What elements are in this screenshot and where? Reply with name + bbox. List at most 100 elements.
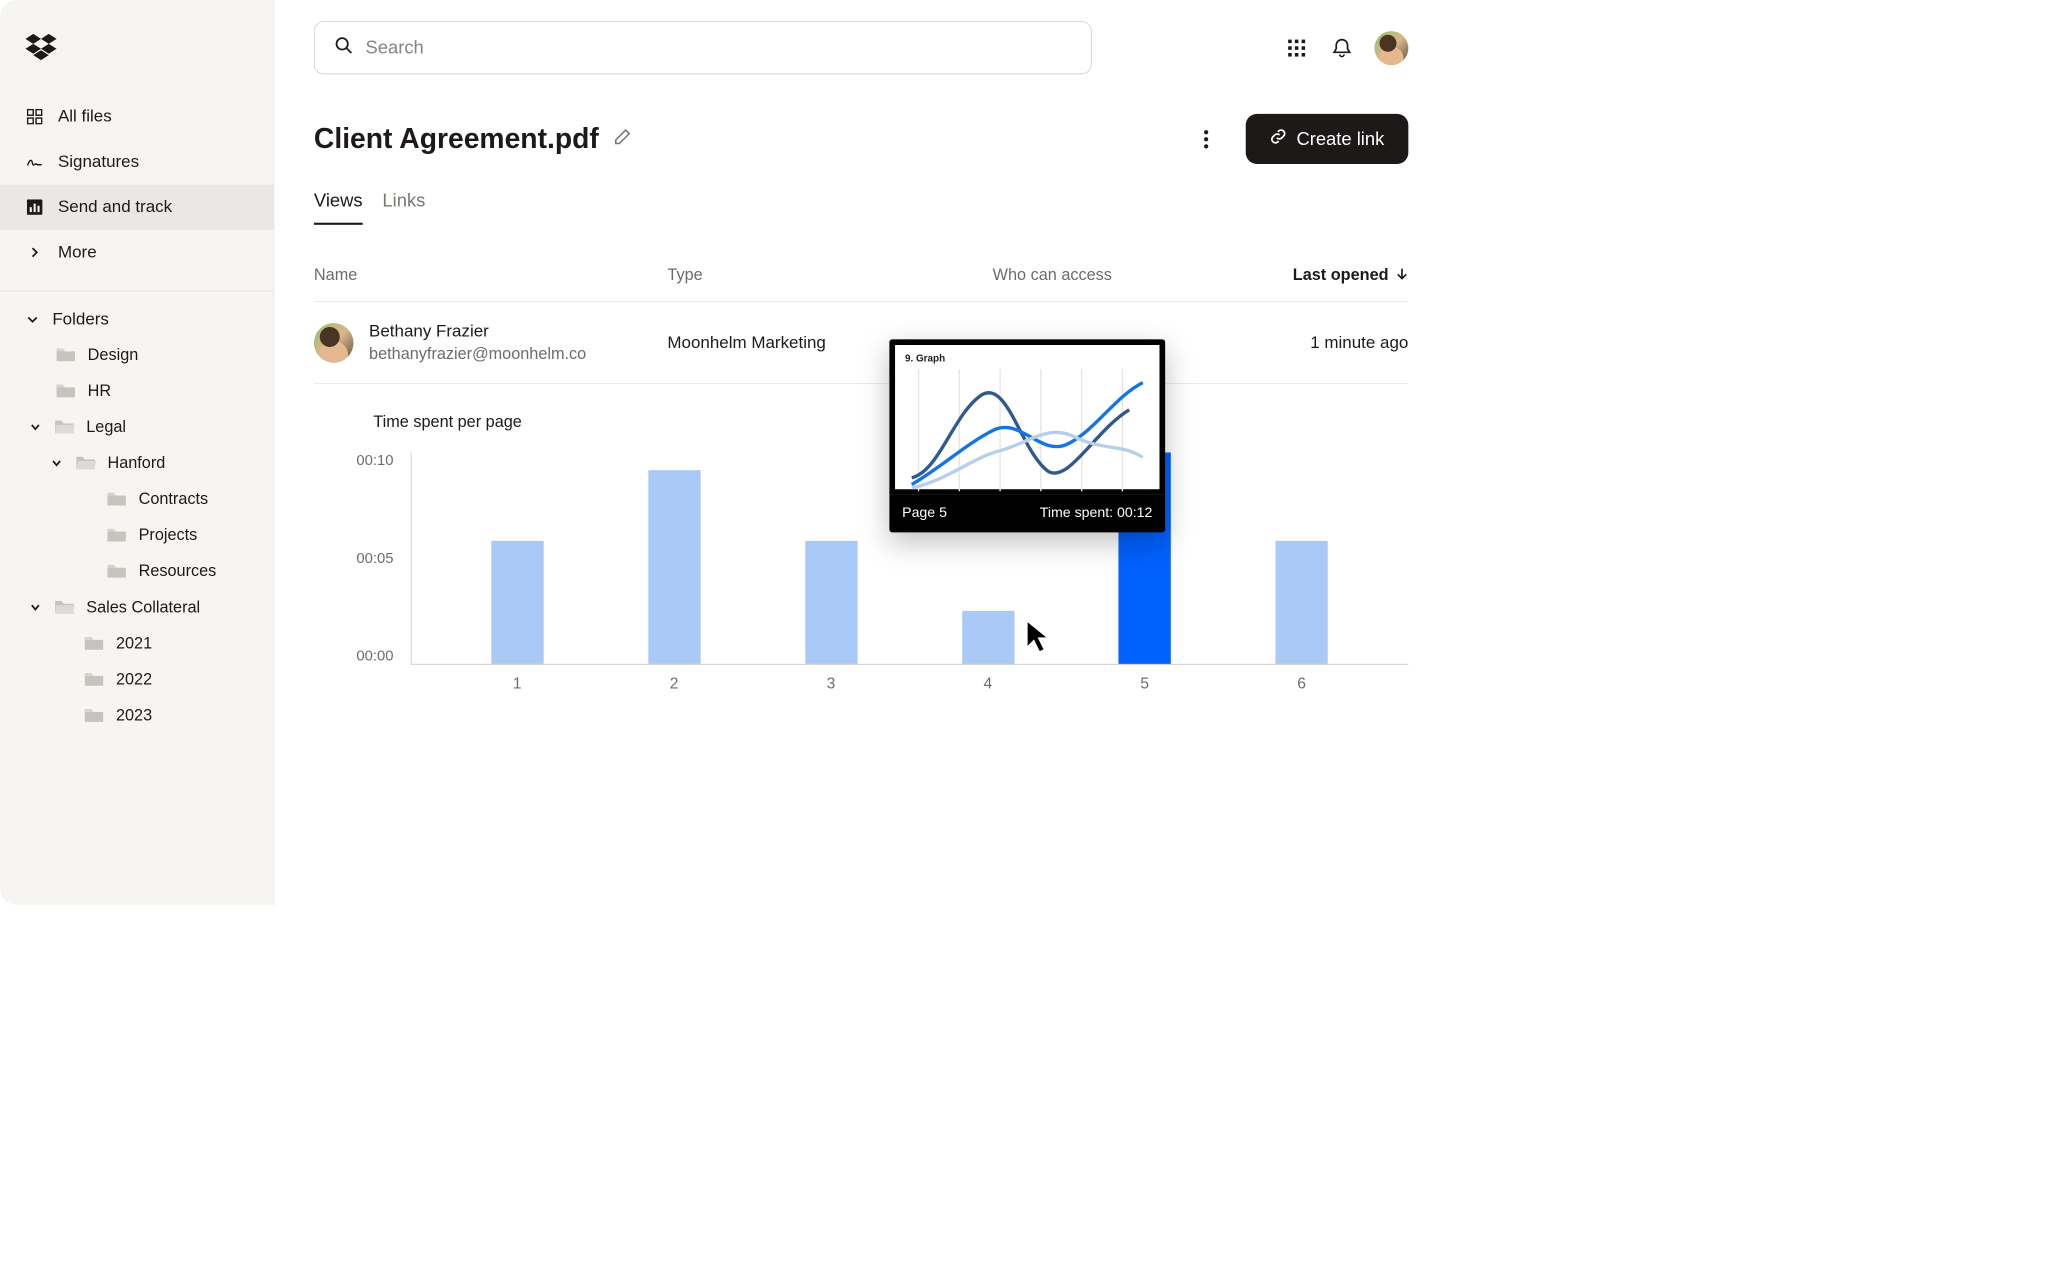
- folder-label: Hanford: [107, 453, 165, 472]
- folder-label: HR: [88, 381, 111, 400]
- folder-hr[interactable]: HR: [0, 373, 274, 409]
- main-content: Search Client Agreement.pdf: [274, 0, 1448, 905]
- nav-signatures[interactable]: Signatures: [0, 139, 274, 184]
- folder-label: Projects: [139, 525, 198, 544]
- folder-open-icon: [75, 454, 96, 472]
- bell-icon[interactable]: [1329, 35, 1354, 60]
- dropbox-logo[interactable]: [0, 34, 274, 91]
- chevron-down-icon: [28, 420, 42, 434]
- tooltip-page-label: Page 5: [902, 505, 947, 521]
- folder-icon: [83, 634, 104, 652]
- mini-line-chart: [905, 369, 1150, 491]
- chart-title: Time spent per page: [314, 412, 1408, 431]
- folder-projects[interactable]: Projects: [0, 517, 274, 553]
- folder-2022[interactable]: 2022: [0, 661, 274, 697]
- more-options-icon[interactable]: [1195, 128, 1218, 151]
- folder-label: Legal: [86, 417, 126, 436]
- tab-links[interactable]: Links: [382, 189, 425, 224]
- row-last-opened: 1 minute ago: [1176, 333, 1408, 353]
- folder-resources[interactable]: Resources: [0, 553, 274, 589]
- search-icon: [334, 36, 352, 59]
- page-preview-tooltip: 9. Graph Page 5 Time spent: 00:12: [889, 339, 1165, 532]
- chart-bar[interactable]: [439, 452, 596, 663]
- cursor-icon: [1024, 619, 1055, 659]
- folder-label: Design: [88, 345, 139, 364]
- chart-x-axis: 1 2 3 4 5 6: [410, 665, 1408, 693]
- folder-2021[interactable]: 2021: [0, 625, 274, 661]
- folder-label: 2022: [116, 670, 152, 689]
- apps-grid-icon[interactable]: [1284, 35, 1309, 60]
- nav-more[interactable]: More: [0, 230, 274, 275]
- folder-icon: [106, 562, 127, 580]
- tooltip-preview-title: 9. Graph: [905, 352, 1150, 363]
- sort-arrow-down-icon: [1396, 265, 1409, 284]
- folder-contracts[interactable]: Contracts: [0, 481, 274, 517]
- x-tick: 6: [1223, 674, 1380, 692]
- search-input[interactable]: Search: [314, 21, 1092, 74]
- folder-icon: [83, 670, 104, 688]
- folder-hanford[interactable]: Hanford: [0, 445, 274, 481]
- table-header: Name Type Who can access Last opened: [314, 257, 1408, 302]
- nav-all-files[interactable]: All files: [0, 94, 274, 139]
- folder-design[interactable]: Design: [0, 337, 274, 373]
- tabs: Views Links: [314, 189, 1408, 225]
- grid-icon: [25, 107, 43, 125]
- folder-icon: [106, 490, 127, 508]
- x-tick: 2: [596, 674, 753, 692]
- folders-header[interactable]: Folders: [0, 296, 274, 337]
- folder-icon: [83, 706, 104, 724]
- tooltip-preview: 9. Graph: [889, 339, 1165, 495]
- title-row: Client Agreement.pdf Creat: [314, 114, 1408, 164]
- col-name[interactable]: Name: [314, 265, 668, 284]
- folder-icon: [55, 345, 76, 363]
- table-row[interactable]: Bethany Frazier bethanyfrazier@moonhelm.…: [314, 302, 1408, 384]
- nav-label: Send and track: [58, 197, 172, 217]
- folder-label: Contracts: [139, 489, 209, 508]
- tooltip-time-label: Time spent: 00:12: [1040, 505, 1153, 521]
- chevron-down-icon: [28, 600, 42, 614]
- chart-bar[interactable]: [1223, 452, 1380, 663]
- folder-icon: [55, 381, 76, 399]
- col-access[interactable]: Who can access: [993, 265, 1177, 284]
- nav-label: More: [58, 243, 97, 263]
- create-link-button[interactable]: Create link: [1246, 114, 1409, 164]
- y-tick: 00:05: [356, 550, 393, 567]
- folder-label: 2023: [116, 706, 152, 725]
- signature-icon: [25, 153, 43, 171]
- folders-label: Folders: [52, 310, 109, 330]
- chart-bar[interactable]: [596, 452, 753, 663]
- x-tick: 4: [909, 674, 1066, 692]
- row-user-email: bethanyfrazier@moonhelm.co: [369, 344, 586, 363]
- row-user-name: Bethany Frazier: [369, 322, 586, 342]
- folder-open-icon: [54, 598, 75, 616]
- chevron-down-icon: [25, 312, 39, 326]
- nav-label: Signatures: [58, 152, 139, 172]
- link-icon: [1270, 128, 1287, 150]
- folder-legal[interactable]: Legal: [0, 409, 274, 445]
- sidebar-divider: [0, 291, 274, 292]
- folder-label: Sales Collateral: [86, 597, 200, 616]
- nav-label: All files: [58, 107, 112, 127]
- folder-open-icon: [54, 417, 75, 435]
- user-avatar[interactable]: [1374, 31, 1408, 65]
- x-tick: 1: [439, 674, 596, 692]
- chart-y-axis: 00:10 00:05 00:00: [356, 452, 410, 664]
- tab-views[interactable]: Views: [314, 189, 363, 224]
- document-title: Client Agreement.pdf: [314, 123, 599, 155]
- sidebar: All files Signatures: [0, 0, 274, 905]
- nav-send-and-track[interactable]: Send and track: [0, 185, 274, 230]
- search-placeholder: Search: [366, 37, 424, 59]
- col-last-opened[interactable]: Last opened: [1176, 265, 1408, 284]
- col-type[interactable]: Type: [667, 265, 992, 284]
- folder-icon: [106, 526, 127, 544]
- chart-bar[interactable]: [753, 452, 910, 663]
- folder-label: Resources: [139, 561, 217, 580]
- edit-title-icon[interactable]: [613, 128, 631, 150]
- create-link-label: Create link: [1296, 128, 1384, 150]
- folder-2023[interactable]: 2023: [0, 697, 274, 733]
- y-tick: 00:00: [356, 648, 393, 665]
- folder-sales-collateral[interactable]: Sales Collateral: [0, 589, 274, 625]
- topbar: Search: [314, 21, 1408, 74]
- row-avatar: [314, 323, 354, 363]
- x-tick: 3: [753, 674, 910, 692]
